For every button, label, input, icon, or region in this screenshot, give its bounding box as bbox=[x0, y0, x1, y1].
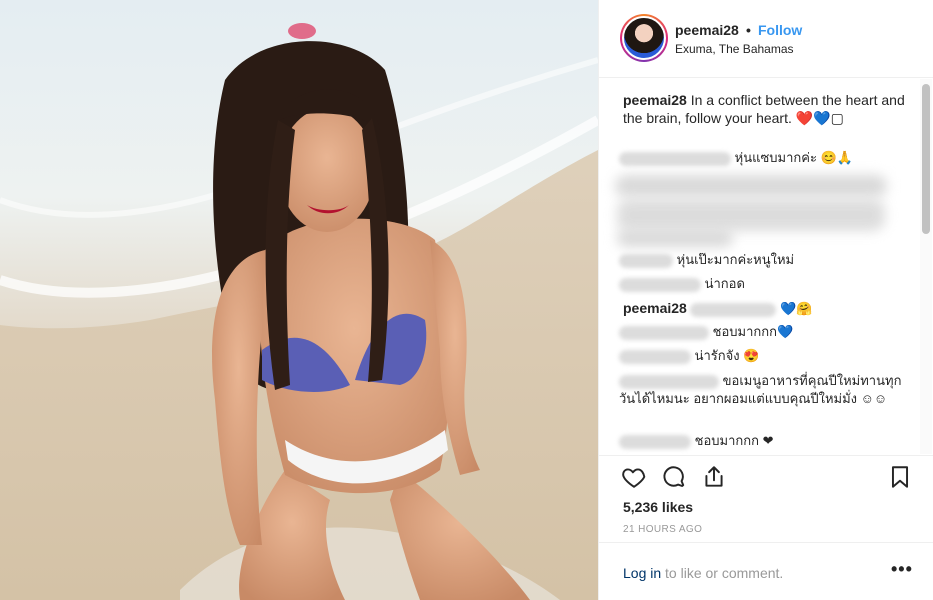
comments-scrollbar[interactable] bbox=[922, 84, 930, 234]
post-photo[interactable] bbox=[0, 0, 598, 600]
comment-text: น่ารักจัง 😍 bbox=[694, 348, 760, 363]
share-icon[interactable] bbox=[701, 464, 727, 495]
comment-username-redacted[interactable] bbox=[619, 253, 673, 268]
redacted-comment-line bbox=[615, 175, 887, 197]
location-link[interactable]: Exuma, The Bahamas bbox=[675, 42, 794, 56]
avatar-image bbox=[622, 16, 666, 60]
redacted-comment-line bbox=[617, 199, 885, 231]
comment-username-redacted[interactable] bbox=[619, 374, 719, 389]
comment-mention-redacted[interactable] bbox=[690, 302, 777, 317]
comment-text: ชอบมากกก💙 bbox=[712, 324, 794, 339]
redacted-comment-line bbox=[617, 229, 733, 247]
comment-text: หุ่นแซบมากค่ะ 😊🙏 bbox=[734, 150, 853, 165]
heart-icon[interactable] bbox=[621, 464, 647, 495]
post-timestamp[interactable]: 21 HOURS AGO bbox=[623, 524, 702, 535]
login-bar: Log in to like or comment. ••• bbox=[599, 542, 933, 600]
list-item: ชอบมากกก💙 bbox=[619, 323, 793, 341]
list-item: หุ่นเป๊ะมากค่ะหนูใหม่ bbox=[619, 251, 794, 269]
header-separator: • bbox=[746, 22, 751, 38]
comment-username-redacted[interactable] bbox=[619, 277, 701, 292]
list-item: ขอเมนูอาหารที่คุณปีใหม่ทานทุกวันได้ไหมนะ… bbox=[619, 372, 909, 408]
comment-icon[interactable] bbox=[661, 464, 687, 495]
post-side-panel: peemai28 • Follow Exuma, The Bahamas pee… bbox=[598, 0, 933, 600]
follow-button[interactable]: Follow bbox=[758, 22, 802, 38]
comment-username-redacted[interactable] bbox=[619, 434, 691, 449]
post-photo-illustration bbox=[0, 0, 598, 600]
more-options-icon[interactable]: ••• bbox=[891, 559, 913, 580]
caption: peemai28 In a conflict between the heart… bbox=[623, 91, 908, 127]
post-actions: 5,236 likes 21 HOURS AGO Log in to like … bbox=[599, 455, 933, 600]
list-item: น่ารักจัง 😍 bbox=[619, 347, 759, 365]
list-item: peemai28 💙🤗 bbox=[623, 299, 812, 318]
profile-avatar[interactable] bbox=[620, 14, 668, 62]
comment-text: ชอบมากกก ❤ bbox=[694, 433, 774, 448]
comment-username[interactable]: peemai28 bbox=[623, 300, 687, 316]
comment-username-redacted[interactable] bbox=[619, 325, 709, 340]
list-item: หุ่นแซบมากค่ะ 😊🙏 bbox=[619, 149, 853, 167]
bookmark-icon[interactable] bbox=[887, 464, 913, 495]
comment-username-redacted[interactable] bbox=[619, 151, 731, 166]
list-item: ชอบมากกก ❤ bbox=[619, 432, 774, 450]
likes-count[interactable]: 5,236 likes bbox=[623, 499, 693, 515]
login-link[interactable]: Log in bbox=[623, 565, 661, 581]
comments-list[interactable]: peemai28 In a conflict between the heart… bbox=[599, 79, 924, 454]
comment-text: หุ่นเป๊ะมากค่ะหนูใหม่ bbox=[676, 252, 795, 267]
comment-text: น่ากอด bbox=[704, 276, 745, 291]
caption-username[interactable]: peemai28 bbox=[623, 92, 687, 108]
header-username[interactable]: peemai28 bbox=[675, 22, 739, 38]
post-header: peemai28 • Follow Exuma, The Bahamas bbox=[599, 0, 933, 78]
login-prompt: Log in to like or comment. bbox=[623, 565, 783, 581]
list-item: น่ากอด bbox=[619, 275, 745, 293]
comment-username-redacted[interactable] bbox=[619, 349, 691, 364]
comment-text: 💙🤗 bbox=[780, 301, 813, 316]
login-prompt-text: to like or comment. bbox=[661, 565, 784, 581]
